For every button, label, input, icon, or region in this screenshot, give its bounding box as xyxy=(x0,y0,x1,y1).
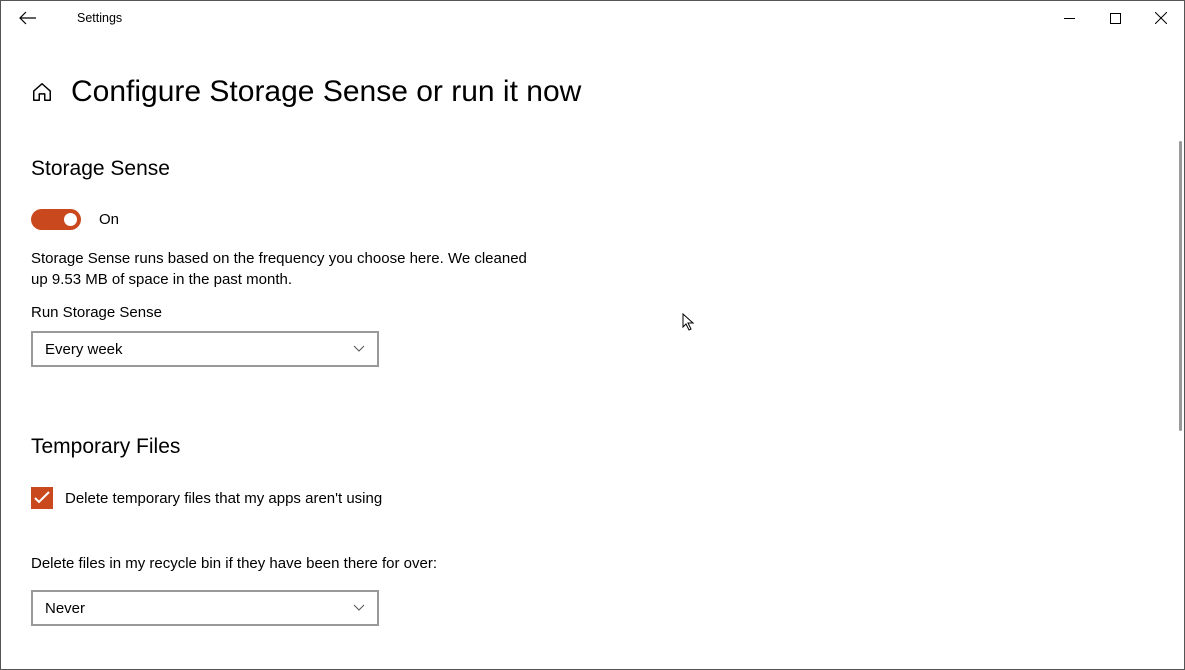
header-row: Configure Storage Sense or run it now xyxy=(31,75,1154,109)
temporary-files-heading: Temporary Files xyxy=(31,435,1154,459)
back-arrow-icon xyxy=(19,11,37,25)
titlebar: Settings xyxy=(1,1,1184,35)
delete-temp-label: Delete temporary files that my apps aren… xyxy=(65,490,382,507)
delete-temp-checkbox[interactable] xyxy=(31,487,53,509)
content-area: Configure Storage Sense or run it now St… xyxy=(1,35,1184,626)
run-frequency-value: Every week xyxy=(45,341,123,358)
run-frequency-dropdown[interactable]: Every week xyxy=(31,331,379,367)
storage-sense-toggle[interactable] xyxy=(31,209,81,230)
delete-temp-checkbox-row: Delete temporary files that my apps aren… xyxy=(31,487,1154,509)
page-title: Configure Storage Sense or run it now xyxy=(71,75,581,109)
checkmark-icon xyxy=(34,491,50,505)
scrollbar[interactable] xyxy=(1179,141,1182,431)
minimize-icon xyxy=(1064,13,1075,24)
recycle-bin-dropdown[interactable]: Never xyxy=(31,590,379,626)
storage-sense-description: Storage Sense runs based on the frequenc… xyxy=(31,248,541,290)
minimize-button[interactable] xyxy=(1046,1,1092,35)
toggle-knob xyxy=(64,213,77,226)
maximize-icon xyxy=(1110,13,1121,24)
maximize-button[interactable] xyxy=(1092,1,1138,35)
close-button[interactable] xyxy=(1138,1,1184,35)
close-icon xyxy=(1155,12,1167,24)
storage-sense-heading: Storage Sense xyxy=(31,157,1154,181)
app-title: Settings xyxy=(77,11,122,25)
toggle-state-label: On xyxy=(99,211,119,228)
recycle-bin-label: Delete files in my recycle bin if they h… xyxy=(31,555,1154,572)
window-controls xyxy=(1046,1,1184,35)
chevron-down-icon xyxy=(353,604,365,612)
recycle-bin-value: Never xyxy=(45,600,85,617)
chevron-down-icon xyxy=(353,345,365,353)
run-storage-sense-label: Run Storage Sense xyxy=(31,304,1154,321)
home-icon[interactable] xyxy=(31,81,53,103)
back-button[interactable] xyxy=(19,9,37,27)
storage-sense-toggle-row: On xyxy=(31,209,1154,230)
